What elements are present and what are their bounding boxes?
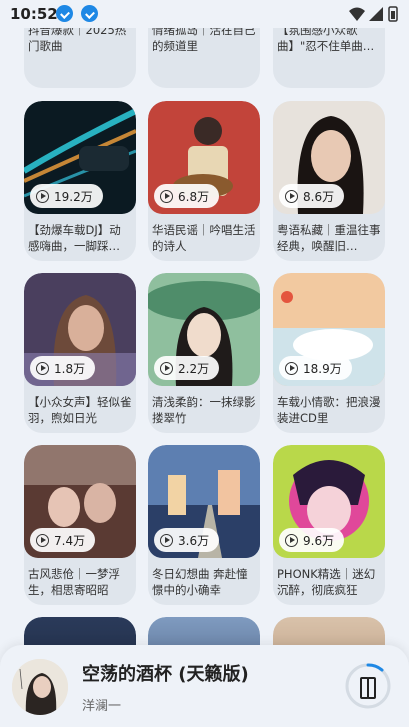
playlist-cover: 2.2万: [148, 273, 260, 386]
playlist-title: 车载小情歌：把浪漫装进CD里: [277, 395, 381, 425]
wifi-icon: [349, 7, 365, 21]
playlist-cover: 1.8万: [24, 273, 136, 386]
playlist-card[interactable]: 8.6万 粤语私藏｜重温往事经典，唤醒旧…: [273, 101, 385, 261]
play-count: 6.8万: [178, 189, 210, 204]
playlist-card[interactable]: 3.6万 冬日幻想曲 奔赴憧憬中的小确幸: [148, 445, 260, 605]
play-icon: [36, 189, 49, 203]
play-count: 19.2万: [54, 189, 93, 204]
play-count: 2.2万: [178, 361, 210, 376]
play-count-badge: 19.2万: [30, 184, 103, 208]
playlist-card[interactable]: 19.2万 【劲爆车载DJ】动感嗨曲，一脚踩…: [24, 101, 136, 261]
play-pause-button[interactable]: [344, 662, 392, 710]
playlist-cover: 6.8万: [148, 101, 260, 214]
signal-icon: [369, 7, 383, 21]
playlist-card[interactable]: 7.4万 古风悲伧｜一梦浮生，相思寄昭昭: [24, 445, 136, 605]
play-icon: [36, 533, 49, 547]
pause-icon: [360, 677, 376, 699]
status-bar: 10:52: [0, 0, 409, 28]
play-count-badge: 8.6万: [279, 184, 345, 208]
playlist-title: PHONK精选｜迷幻沉醉，彻底疯狂: [277, 567, 376, 597]
playlist-title: 【劲爆车载DJ】动感嗨曲，一脚踩…: [28, 223, 121, 253]
playlist-cover: 19.2万: [24, 101, 136, 214]
play-count: 7.4万: [54, 533, 86, 548]
play-icon: [36, 361, 49, 375]
now-playing-title[interactable]: 空荡的酒杯 (天籁版): [82, 660, 249, 686]
now-playing-artist[interactable]: 洋澜一: [82, 695, 121, 714]
play-count: 8.6万: [303, 189, 335, 204]
status-time: 10:52: [10, 5, 58, 23]
play-count-badge: 3.6万: [154, 528, 220, 552]
play-icon: [285, 361, 298, 375]
playlist-title: 华语民谣｜吟唱生活的诗人: [152, 223, 256, 253]
download-icon: [81, 5, 98, 22]
play-count: 1.8万: [54, 361, 86, 376]
mini-player[interactable]: 空荡的酒杯 (天籁版) 洋澜一: [0, 645, 409, 727]
play-count-badge: 2.2万: [154, 356, 220, 380]
play-icon: [285, 533, 298, 547]
playlist-cover: 8.6万: [273, 101, 385, 214]
download-icon: [56, 5, 73, 22]
play-count: 9.6万: [303, 533, 335, 548]
play-icon: [160, 189, 173, 203]
play-icon: [160, 533, 173, 547]
playlist-title: 清浅柔韵：一抹绿影搂翠竹: [152, 395, 256, 425]
playlist-cover: 3.6万: [148, 445, 260, 558]
playlist-cover: 9.6万: [273, 445, 385, 558]
playlist-title: 古风悲伧｜一梦浮生，相思寄昭昭: [28, 567, 120, 597]
playlist-card[interactable]: 9.6万 PHONK精选｜迷幻沉醉，彻底疯狂: [273, 445, 385, 605]
now-playing-cover[interactable]: [12, 659, 68, 715]
playlist-title: 【小众女声】轻似雀羽，煦如日光: [28, 395, 132, 425]
playlist-grid: 抖音爆款｜2025热门歌曲 情绪孤岛｜活在自己的频道里 【氛围感小众歌曲】"忍不…: [0, 0, 409, 727]
playlist-card[interactable]: 6.8万 华语民谣｜吟唱生活的诗人: [148, 101, 260, 261]
playlist-card[interactable]: 18.9万 车载小情歌：把浪漫装进CD里: [273, 273, 385, 433]
play-count: 3.6万: [178, 533, 210, 548]
play-count-badge: 18.9万: [279, 356, 352, 380]
play-count-badge: 1.8万: [30, 356, 96, 380]
play-count-badge: 9.6万: [279, 528, 345, 552]
playlist-cover: 18.9万: [273, 273, 385, 386]
status-icons: [349, 6, 398, 22]
playlist-title: 冬日幻想曲 奔赴憧憬中的小确幸: [152, 567, 248, 597]
playlist-cover: 7.4万: [24, 445, 136, 558]
play-count: 18.9万: [303, 361, 342, 376]
play-count-badge: 7.4万: [30, 528, 96, 552]
play-icon: [285, 189, 298, 203]
playlist-title: 粤语私藏｜重温往事经典，唤醒旧…: [277, 223, 381, 253]
cover-image: [12, 659, 68, 715]
play-icon: [160, 361, 173, 375]
playlist-card[interactable]: 2.2万 清浅柔韵：一抹绿影搂翠竹: [148, 273, 260, 433]
playlist-card[interactable]: 1.8万 【小众女声】轻似雀羽，煦如日光: [24, 273, 136, 433]
play-count-badge: 6.8万: [154, 184, 220, 208]
